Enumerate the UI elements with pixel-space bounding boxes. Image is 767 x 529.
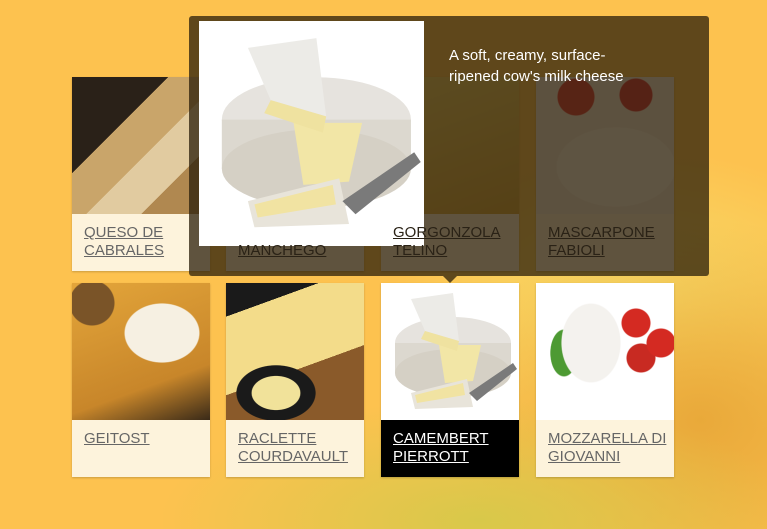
product-card[interactable]: GEITOST <box>72 283 210 477</box>
product-link[interactable]: RACLETTE COURDAVAULT <box>238 430 360 466</box>
tooltip-arrow <box>443 276 457 283</box>
camembert-image[interactable] <box>381 283 519 420</box>
raclette-image[interactable] <box>226 283 364 420</box>
tooltip-camembert-image <box>199 21 424 246</box>
product-name-line2: CABRALES <box>84 242 165 259</box>
product-card-active[interactable]: CAMEMBERT PIERROTT <box>381 283 519 477</box>
product-name-line2: MANCHEGO <box>238 242 327 259</box>
product-link[interactable]: MOZZARELLA DI GIOVANNI <box>548 430 670 466</box>
product-name-line2: FABIOLI <box>548 242 605 259</box>
product-name-line1: RACLETTE <box>238 430 317 447</box>
product-name-line1: MASCARPONE <box>548 224 655 241</box>
product-name-line1: GORGONZOLA <box>393 224 501 241</box>
product-link[interactable]: MASCARPONE FABIOLI <box>548 224 670 260</box>
product-link[interactable]: MANCHEGO <box>238 224 360 260</box>
product-name-line1: MOZZARELLA DI <box>548 430 667 447</box>
product-name-line1: GEITOST <box>84 430 150 447</box>
product-card[interactable]: RACLETTE COURDAVAULT <box>226 283 364 477</box>
mozzarella-image[interactable] <box>536 283 674 420</box>
product-name-line1: QUESO DE <box>84 224 164 241</box>
product-name-line2: COURDAVAULT <box>238 448 349 465</box>
tooltip-description: A soft, creamy, surface-ripened cow's mi… <box>449 47 624 85</box>
product-link[interactable]: CAMEMBERT PIERROTT <box>393 430 515 466</box>
product-name-line2: GIOVANNI <box>548 448 621 465</box>
geitost-image[interactable] <box>72 283 210 420</box>
product-name-line2: PIERROTT <box>393 448 469 465</box>
product-link[interactable]: GEITOST <box>84 430 206 448</box>
product-link[interactable]: QUESO DE CABRALES <box>84 224 206 260</box>
product-card[interactable]: MOZZARELLA DI GIOVANNI <box>536 283 674 477</box>
product-link[interactable]: GORGONZOLA TELINO <box>393 224 515 260</box>
product-name-line1: CAMEMBERT <box>393 430 489 447</box>
product-name-line2: TELINO <box>393 242 448 259</box>
